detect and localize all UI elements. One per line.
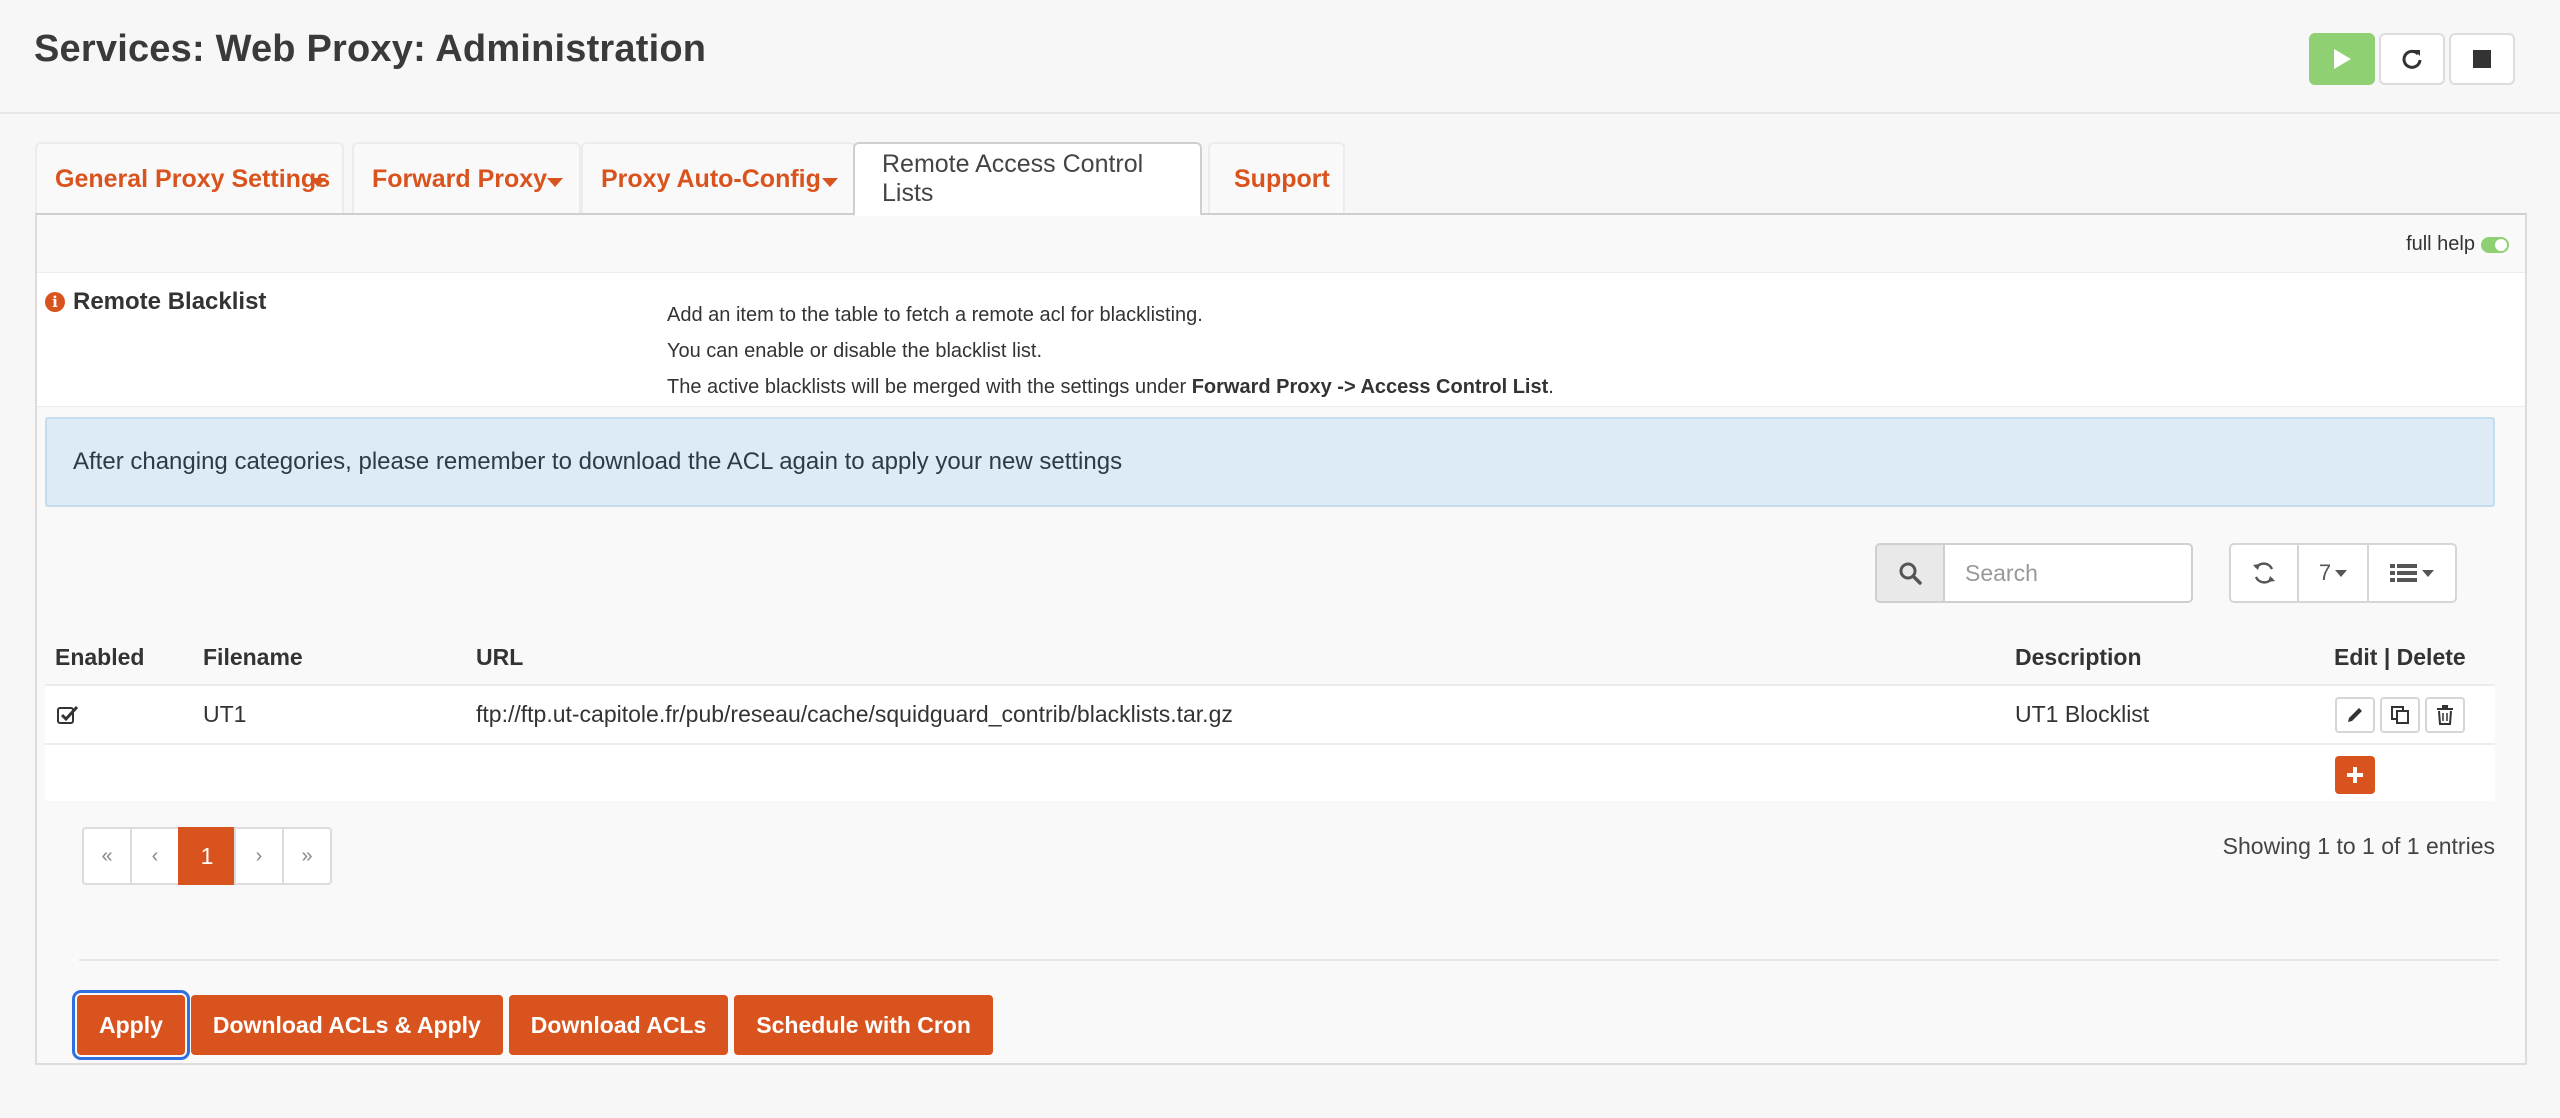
tab-label: Remote Access Control Lists xyxy=(882,150,1144,207)
pencil-icon xyxy=(2348,707,2362,722)
column-header-url[interactable]: URL xyxy=(476,630,523,684)
search-group xyxy=(1875,543,2193,603)
entries-info: Showing 1 to 1 of 1 entries xyxy=(2222,833,2495,859)
start-service-button[interactable] xyxy=(2309,33,2375,85)
tab-label: Forward Proxy xyxy=(372,164,548,193)
service-controls xyxy=(2309,33,2515,85)
help-line: You can enable or disable the blacklist … xyxy=(667,340,1043,362)
tab-proxy-auto-config[interactable]: Proxy Auto-Config xyxy=(581,142,856,214)
help-line: The active blacklists will be merged wit… xyxy=(667,369,1554,405)
grid-toolbar: 7 xyxy=(2229,543,2457,603)
caret-down-icon xyxy=(547,178,563,187)
previous-page-button[interactable]: ‹ xyxy=(130,827,180,885)
trash-icon xyxy=(2437,704,2453,725)
caret-down-icon xyxy=(822,178,838,187)
action-buttons: Apply Download ACLs & Apply Download ACL… xyxy=(72,990,993,1060)
edit-button[interactable] xyxy=(2335,696,2375,733)
rows-per-page-dropdown[interactable]: 7 xyxy=(2297,543,2369,603)
tab-forward-proxy[interactable]: Forward Proxy xyxy=(352,142,581,214)
help-section: i Remote Blacklist Add an item to the ta… xyxy=(37,272,2525,407)
delete-button[interactable] xyxy=(2425,696,2465,733)
copy-icon xyxy=(2391,705,2409,724)
help-line-text: The active blacklists will be merged wit… xyxy=(667,376,1192,398)
table-row[interactable]: UT1 ftp://ftp.ut-capitole.fr/pub/reseau/… xyxy=(45,684,2495,743)
tab-general-proxy-settings[interactable]: General Proxy Settings xyxy=(35,142,344,214)
refresh-button[interactable] xyxy=(2229,543,2299,603)
row-actions xyxy=(2335,686,2470,743)
page-header: Services: Web Proxy: Administration xyxy=(0,0,2560,114)
last-page-button[interactable]: » xyxy=(282,827,332,885)
help-line-text: . xyxy=(1548,376,1554,398)
column-header-description[interactable]: Description xyxy=(2015,630,2142,684)
help-line-bold: Forward Proxy -> Access Control List xyxy=(1191,376,1549,398)
tab-label: Support xyxy=(1234,164,1330,193)
info-icon[interactable]: i xyxy=(45,292,65,312)
full-help-toggle[interactable]: full help xyxy=(2406,233,2509,256)
caret-down-icon xyxy=(2335,569,2348,577)
filename-cell: UT1 xyxy=(203,701,247,727)
tab-remote-access-control-lists[interactable]: Remote Access Control Lists xyxy=(853,142,1202,216)
search-input[interactable] xyxy=(1945,543,2193,603)
rows-per-page-value: 7 xyxy=(2318,560,2332,585)
first-page-button[interactable]: « xyxy=(82,827,132,885)
tab-support[interactable]: Support xyxy=(1208,142,1345,214)
download-acls-apply-button[interactable]: Download ACLs & Apply xyxy=(190,995,503,1055)
column-select-dropdown[interactable] xyxy=(2367,543,2457,603)
blacklist-table: Enabled Filename URL Description Edit | … xyxy=(45,630,2495,801)
restart-service-button[interactable] xyxy=(2379,33,2445,85)
toggle-switch-icon[interactable] xyxy=(2481,236,2509,253)
info-alert: After changing categories, please rememb… xyxy=(45,417,2495,507)
copy-button[interactable] xyxy=(2380,696,2420,733)
apply-button[interactable]: Apply xyxy=(72,990,190,1060)
refresh-icon xyxy=(2253,562,2275,584)
add-item-button[interactable] xyxy=(2335,756,2375,794)
tab-label: General Proxy Settings xyxy=(55,164,331,193)
list-icon xyxy=(2390,564,2417,582)
plus-icon xyxy=(2347,767,2363,783)
url-cell: ftp://ftp.ut-capitole.fr/pub/reseau/cach… xyxy=(476,701,1233,727)
tab-label: Proxy Auto-Config xyxy=(601,164,821,193)
help-line: Add an item to the table to fetch a remo… xyxy=(667,304,1203,326)
checked-checkbox-icon[interactable] xyxy=(57,705,79,725)
column-header-filename[interactable]: Filename xyxy=(203,630,303,684)
help-label[interactable]: i Remote Blacklist xyxy=(45,288,266,316)
pagination: « ‹ 1 › » xyxy=(82,827,332,885)
page-button-current[interactable]: 1 xyxy=(178,827,236,885)
remote-blacklist-label: Remote Blacklist xyxy=(73,288,267,315)
play-icon xyxy=(2334,49,2351,69)
stop-service-button[interactable] xyxy=(2449,33,2515,85)
stop-icon xyxy=(2473,50,2491,68)
restart-icon xyxy=(2402,49,2422,69)
help-text: Add an item to the table to fetch a remo… xyxy=(667,297,1554,405)
schedule-with-cron-button[interactable]: Schedule with Cron xyxy=(734,995,993,1055)
next-page-button[interactable]: › xyxy=(234,827,284,885)
column-header-enabled[interactable]: Enabled xyxy=(55,630,144,684)
page-title: Services: Web Proxy: Administration xyxy=(34,28,707,70)
download-acls-button[interactable]: Download ACLs xyxy=(508,995,729,1055)
caret-down-icon xyxy=(310,178,326,187)
search-icon xyxy=(1899,562,1922,585)
full-help-label: full help xyxy=(2406,233,2475,255)
column-header-edit-delete: Edit | Delete xyxy=(2334,643,2466,670)
search-icon-addon xyxy=(1875,543,1945,603)
description-cell: UT1 Blocklist xyxy=(2015,701,2150,727)
content-panel: full help i Remote Blacklist Add an item… xyxy=(35,213,2527,1065)
divider xyxy=(79,959,2499,961)
table-header: Enabled Filename URL Description Edit | … xyxy=(45,630,2495,684)
add-row xyxy=(45,743,2495,801)
caret-down-icon xyxy=(2422,569,2434,577)
enabled-cell[interactable] xyxy=(57,686,79,743)
